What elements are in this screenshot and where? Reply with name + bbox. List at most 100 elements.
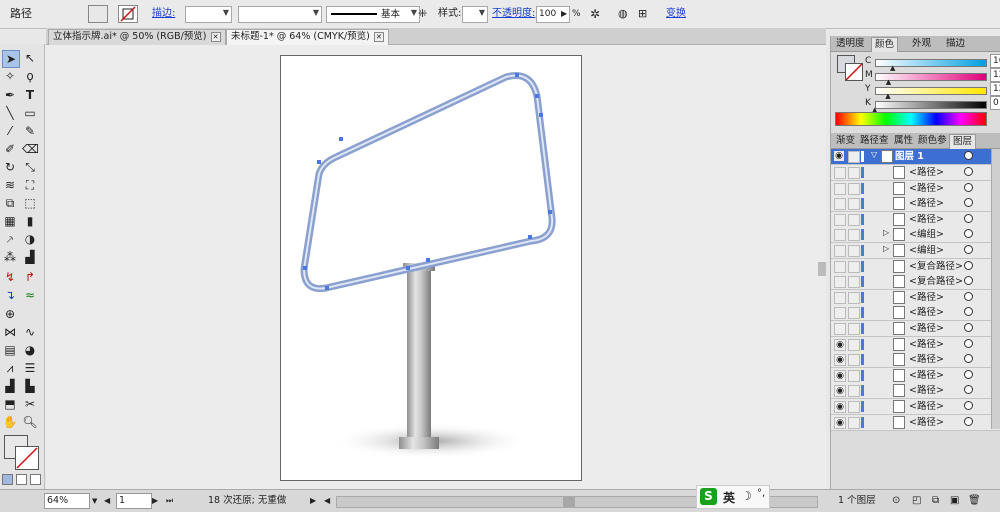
stroke-weight-dropdown[interactable]: ▼: [185, 6, 232, 23]
layer-item-name[interactable]: <路径>: [909, 306, 944, 319]
new-sublayer-icon[interactable]: ⧉: [932, 494, 939, 508]
chevron-down-icon[interactable]: ▼: [92, 494, 97, 508]
page-input[interactable]: 1: [116, 493, 152, 509]
pen-tool-icon[interactable]: ✒: [2, 87, 18, 103]
layer-item-name[interactable]: <路径>: [909, 338, 944, 351]
layer-item-name[interactable]: <路径>: [909, 182, 944, 195]
magenta-slider[interactable]: [875, 73, 987, 81]
layer-item-name[interactable]: <路径>: [909, 400, 944, 413]
lock-toggle[interactable]: [848, 260, 860, 273]
lock-toggle[interactable]: [848, 151, 860, 163]
selection-tool-icon[interactable]: ➤: [2, 50, 20, 68]
eye-icon[interactable]: ◉: [834, 354, 846, 367]
line-tool-icon[interactable]: ╲: [2, 105, 18, 121]
zigzag-icon[interactable]: ⩘: [2, 360, 18, 376]
target-icon[interactable]: [964, 354, 973, 364]
eye-icon[interactable]: [834, 167, 846, 179]
target-icon[interactable]: [964, 307, 973, 317]
close-icon[interactable]: ✕: [373, 32, 384, 42]
eye-icon[interactable]: [834, 213, 846, 226]
artboard-tool-icon[interactable]: ⬒: [2, 396, 18, 412]
layer-item-name[interactable]: <编组>: [909, 244, 944, 257]
direct-selection-tool-icon[interactable]: ↖: [22, 50, 38, 66]
layer-item-row[interactable]: ◉ <路径>: [831, 352, 1000, 369]
layer-item-row[interactable]: ◉ <路径>: [831, 383, 1000, 400]
list-icon[interactable]: ☰: [22, 360, 38, 376]
panel-stroke-box[interactable]: [845, 63, 863, 81]
live-paint-tool-icon[interactable]: ⬚: [22, 195, 38, 211]
layer-item-row[interactable]: <路径>: [831, 305, 1000, 322]
tab-layers[interactable]: 图层: [949, 134, 977, 149]
eye-icon[interactable]: [834, 182, 846, 195]
align-icon[interactable]: ⊞: [638, 6, 647, 22]
black-slider[interactable]: [875, 101, 987, 109]
stroke-swatch[interactable]: [118, 5, 138, 23]
magic-wand-tool-icon[interactable]: ✧: [2, 68, 18, 84]
lock-toggle[interactable]: [848, 167, 860, 179]
zoom-tool-icon[interactable]: 🔍︎: [22, 414, 38, 430]
lock-toggle[interactable]: [848, 369, 860, 382]
layer-row-top[interactable]: ◉ ▽ 图层 1: [831, 149, 1000, 165]
globe-icon[interactable]: ◍: [618, 6, 628, 22]
lock-toggle[interactable]: [848, 182, 860, 195]
canvas-scroll-handle[interactable]: [818, 262, 826, 276]
target-icon[interactable]: [964, 182, 973, 192]
lock-toggle[interactable]: [848, 338, 860, 351]
rotate-tool-icon[interactable]: ↻: [2, 159, 18, 175]
layer-item-row[interactable]: <路径>: [831, 321, 1000, 337]
target-icon[interactable]: [964, 245, 973, 254]
globe-tool-icon[interactable]: ◕: [22, 342, 38, 358]
layer-item-name[interactable]: <路径>: [909, 369, 944, 382]
hand-tool-icon[interactable]: ✋: [2, 414, 18, 430]
layer-item-name[interactable]: <路径>: [909, 291, 944, 304]
opacity-label-link[interactable]: 不透明度:: [492, 6, 535, 22]
tab-transparency[interactable]: 透明度: [833, 37, 868, 51]
target-icon[interactable]: [964, 198, 973, 208]
target-icon[interactable]: [964, 167, 973, 176]
locate-object-icon[interactable]: ⊙: [892, 494, 900, 508]
lock-toggle[interactable]: [848, 198, 860, 211]
shape-builder-tool-icon[interactable]: ⧉: [2, 195, 18, 211]
eye-icon[interactable]: [834, 276, 846, 289]
layer-item-name[interactable]: <编组>: [909, 228, 944, 241]
tab-appearance[interactable]: 外观: [909, 37, 934, 51]
free-transform-tool-icon[interactable]: ⛶: [22, 177, 38, 193]
close-icon[interactable]: ✕: [210, 32, 221, 42]
layer-item-name[interactable]: <复合路径>: [909, 260, 963, 273]
draw-inside-icon[interactable]: [30, 474, 41, 485]
rectangle-tool-icon[interactable]: ▭: [22, 105, 38, 121]
eye-icon[interactable]: [834, 291, 846, 304]
fill-swatch[interactable]: [88, 5, 108, 23]
cyan-value-input[interactable]: 16.41: [990, 54, 1000, 68]
recolor-icon[interactable]: ✲: [590, 6, 600, 22]
eye-icon[interactable]: ◉: [834, 151, 844, 161]
draw-behind-icon[interactable]: [16, 474, 27, 485]
yellow-value-input[interactable]: 12.11: [990, 82, 1000, 96]
target-icon[interactable]: [964, 276, 973, 286]
reset-icon[interactable]: ⁜: [418, 6, 427, 22]
eye-icon[interactable]: ◉: [834, 369, 846, 382]
tab-pathfinder[interactable]: 路径查: [857, 134, 892, 148]
lock-toggle[interactable]: [848, 245, 860, 257]
make-clipping-mask-icon[interactable]: ◰: [912, 494, 921, 508]
tab-document-1[interactable]: 立体指示牌.ai* @ 50% (RGB/预览) ✕: [48, 29, 226, 45]
chevron-right-icon[interactable]: ▶: [561, 6, 567, 22]
magenta-value-input[interactable]: 12.5: [990, 68, 1000, 82]
layer-item-name[interactable]: <路径>: [909, 353, 944, 366]
symbol-sprayer-tool-icon[interactable]: ⁂: [2, 249, 18, 265]
layer-item-name[interactable]: <路径>: [909, 416, 944, 429]
bar-chart-icon[interactable]: ▙: [22, 378, 38, 394]
sign-frame-outer[interactable]: [300, 72, 556, 293]
pencil-tool-icon[interactable]: ✎: [22, 123, 38, 139]
layer-item-row[interactable]: <路径>: [831, 196, 1000, 213]
layer-item-name[interactable]: <路径>: [909, 213, 944, 226]
target-icon[interactable]: [964, 385, 973, 395]
stroke-label-link[interactable]: 描边:: [152, 6, 175, 22]
variable-width-dropdown[interactable]: ▼: [238, 6, 322, 23]
layer-item-name[interactable]: <路径>: [909, 322, 944, 335]
eye-icon[interactable]: [834, 260, 846, 273]
crosshair-icon[interactable]: ⊕: [2, 306, 18, 322]
target-icon[interactable]: [964, 260, 973, 270]
transform-label-link[interactable]: 变换: [666, 6, 686, 22]
lock-toggle[interactable]: [848, 213, 860, 226]
